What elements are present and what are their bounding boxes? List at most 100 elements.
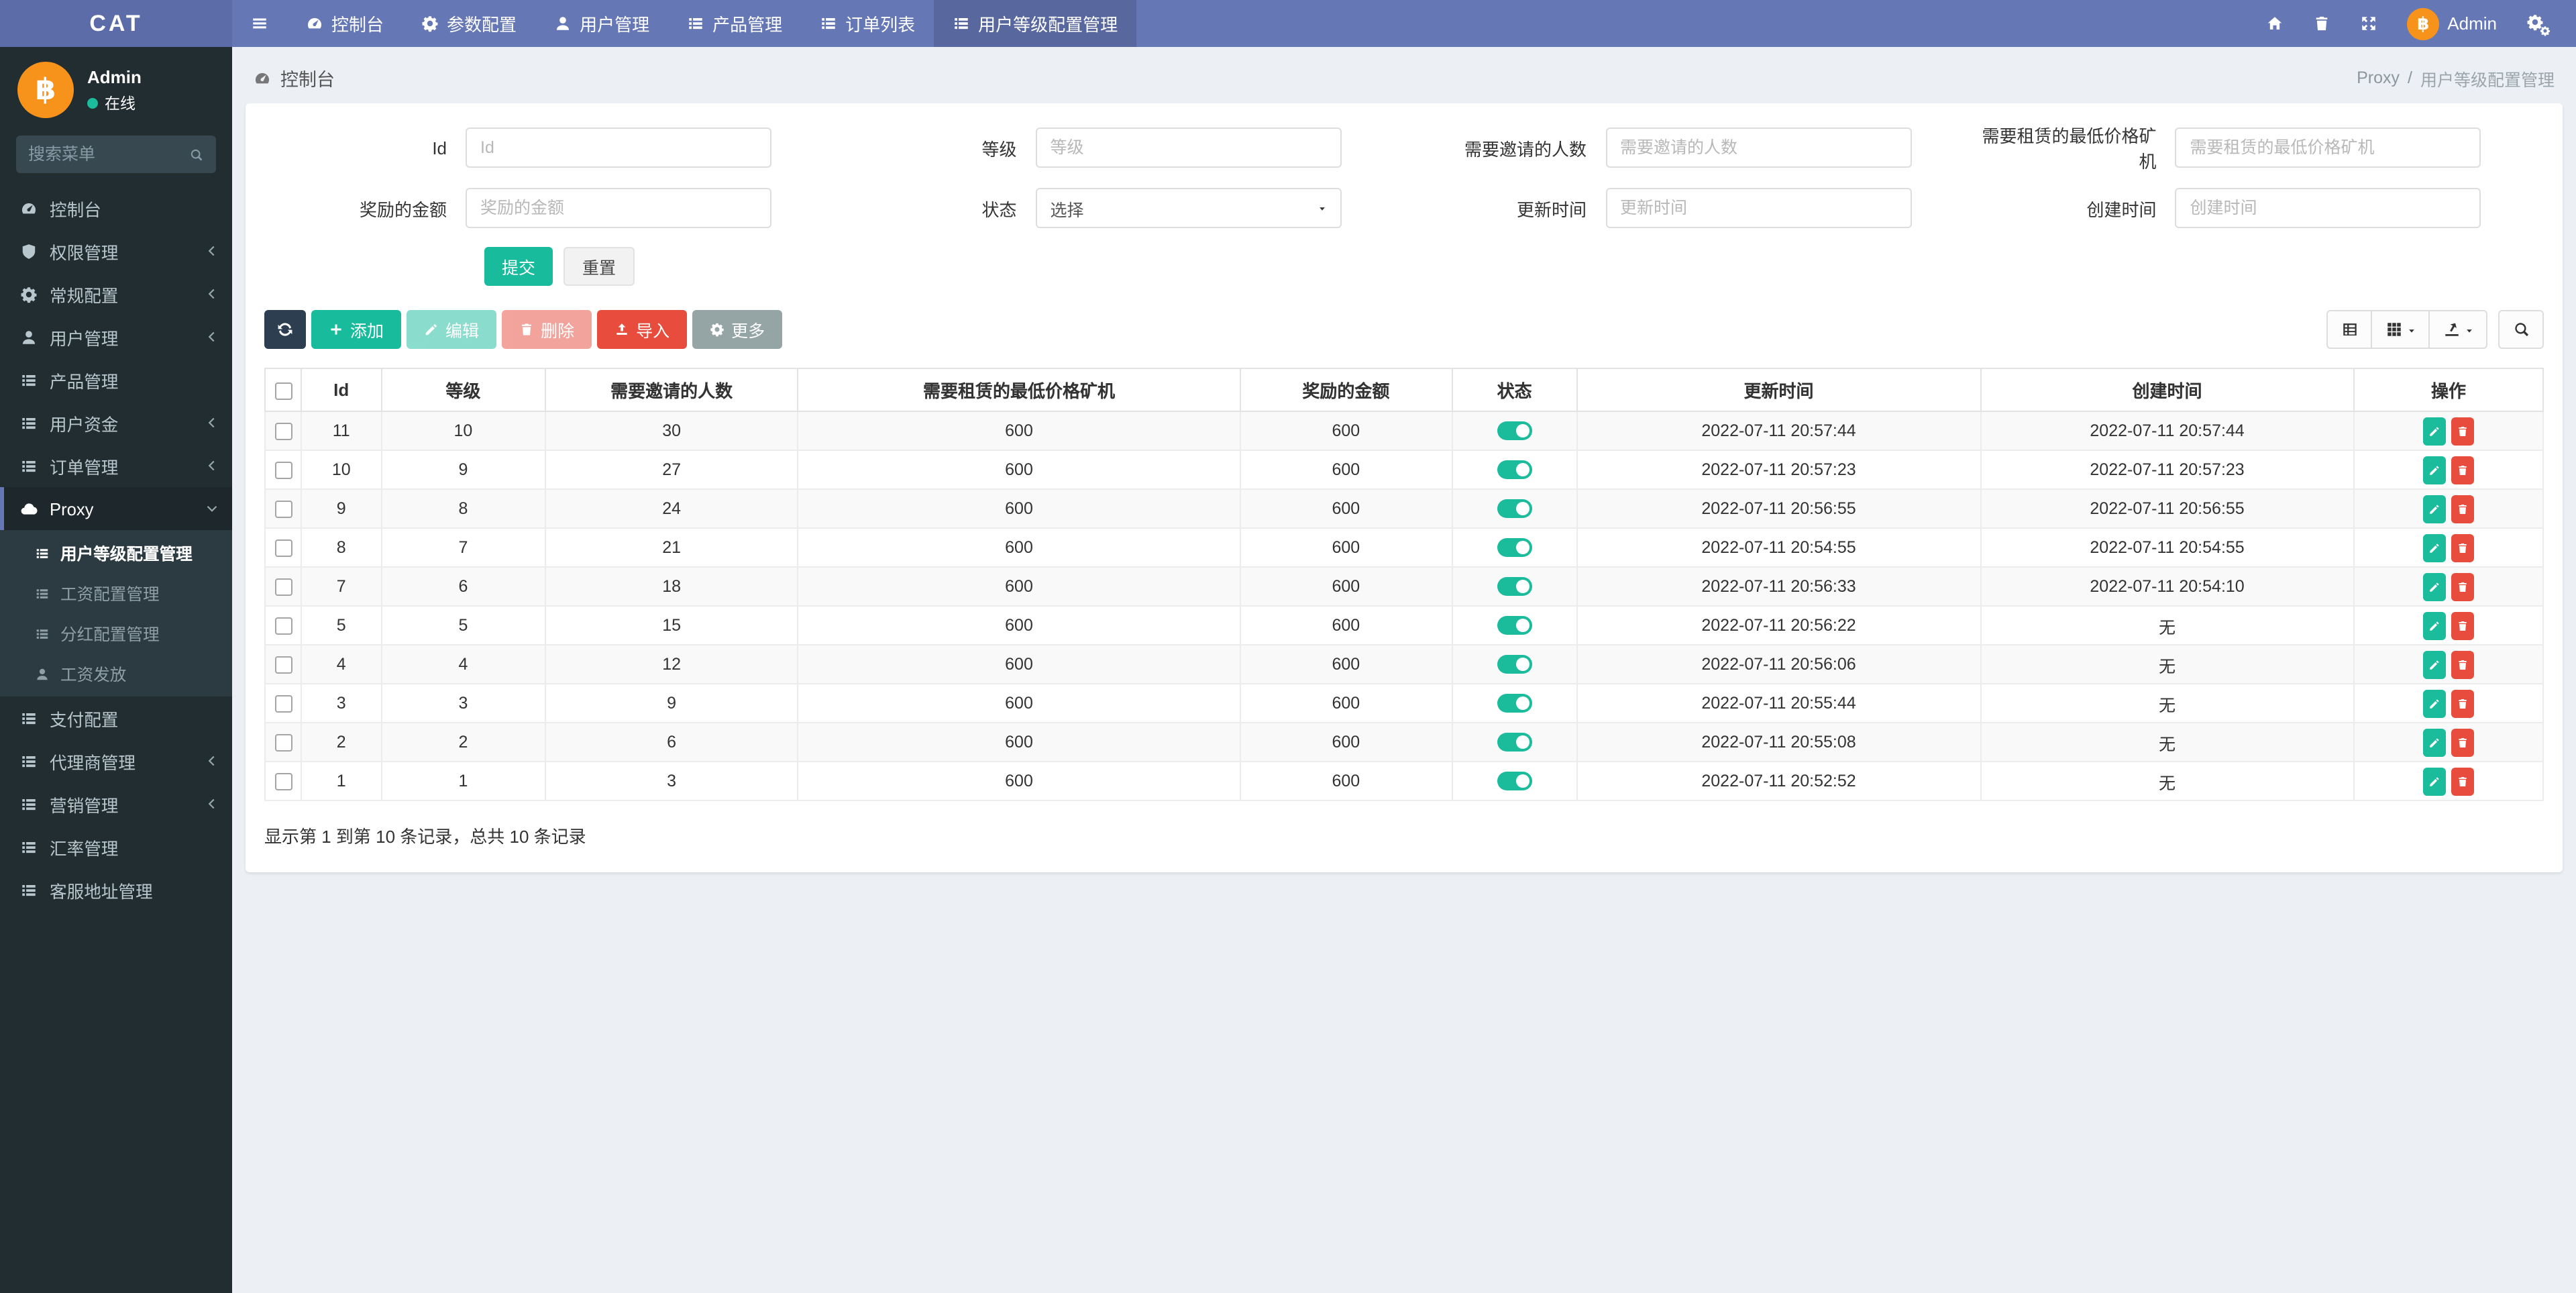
row-checkbox[interactable] — [274, 773, 292, 791]
status-select[interactable]: 选择 — [1035, 188, 1342, 228]
sidebar-item-proxy[interactable]: Proxy — [0, 487, 232, 530]
fullscreen-button[interactable] — [2345, 15, 2392, 32]
row-checkbox[interactable] — [274, 695, 292, 713]
filter-input-invite[interactable] — [1605, 127, 1911, 168]
sidebar-item-agent-mgmt[interactable]: 代理商管理 — [0, 739, 232, 782]
import-button[interactable]: 导入 — [597, 310, 688, 349]
sidebar-item-dividend-config[interactable]: 分红配置管理 — [0, 613, 232, 654]
delete-button[interactable] — [2451, 572, 2474, 601]
sidebar-item-order-mgmt[interactable]: 订单管理 — [0, 444, 232, 487]
submit-button[interactable]: 提交 — [484, 247, 553, 286]
delete-button[interactable] — [2451, 767, 2474, 795]
breadcrumb-parent[interactable]: Proxy — [2357, 68, 2400, 87]
status-select-value: 选择 — [1050, 201, 1084, 219]
delete-button[interactable] — [2451, 650, 2474, 678]
status-toggle[interactable] — [1497, 694, 1532, 713]
filter-input-created[interactable] — [2175, 188, 2481, 228]
nav-item-dashboard[interactable]: 控制台 — [287, 0, 402, 47]
edit-button[interactable] — [2423, 689, 2446, 717]
more-button[interactable]: 更多 — [692, 310, 783, 349]
delete-button[interactable] — [2451, 611, 2474, 639]
delete-button[interactable] — [2451, 417, 2474, 445]
chevron-left-icon — [205, 754, 219, 768]
edit-button[interactable] — [2423, 650, 2446, 678]
delete-button[interactable] — [2451, 495, 2474, 523]
sidebar-item-salary-payout[interactable]: 工资发放 — [0, 654, 232, 694]
status-toggle[interactable] — [1497, 772, 1532, 791]
reset-button[interactable]: 重置 — [564, 247, 635, 286]
edit-toolbar-button[interactable]: 编辑 — [407, 310, 497, 349]
settings-button[interactable] — [2512, 13, 2563, 34]
edit-button[interactable] — [2423, 495, 2446, 523]
status-toggle[interactable] — [1497, 499, 1532, 519]
toggle-view-button[interactable] — [2326, 310, 2372, 349]
sidebar-item-user-mgmt[interactable]: 用户管理 — [0, 315, 232, 358]
column-header-invite: 需要邀请的人数 — [544, 368, 799, 412]
sidebar-item-user-level-config[interactable]: 用户等级配置管理 — [0, 533, 232, 573]
row-checkbox[interactable] — [274, 539, 292, 558]
sidebar-search-input[interactable] — [28, 145, 189, 164]
home-button[interactable] — [2251, 15, 2298, 32]
sidebar-item-salary-config[interactable]: 工资配置管理 — [0, 573, 232, 613]
select-all-checkbox[interactable] — [274, 382, 292, 401]
edit-button[interactable] — [2423, 417, 2446, 445]
status-toggle[interactable] — [1497, 655, 1532, 674]
delete-button[interactable] — [2451, 456, 2474, 484]
delete-toolbar-button[interactable]: 删除 — [502, 310, 592, 349]
sidebar-item-exchange-rate[interactable]: 汇率管理 — [0, 825, 232, 868]
nav-item-products[interactable]: 产品管理 — [668, 0, 801, 47]
export-button[interactable] — [2428, 310, 2487, 349]
row-checkbox[interactable] — [274, 501, 292, 519]
edit-button[interactable] — [2423, 533, 2446, 562]
edit-button[interactable] — [2423, 767, 2446, 795]
refresh-button[interactable] — [264, 310, 306, 349]
delete-button[interactable] — [2451, 689, 2474, 717]
sidebar-toggle-button[interactable] — [232, 0, 287, 47]
sidebar-item-products[interactable]: 产品管理 — [0, 358, 232, 401]
status-toggle[interactable] — [1497, 733, 1532, 752]
status-toggle[interactable] — [1497, 577, 1532, 597]
nav-item-params[interactable]: 参数配置 — [402, 0, 535, 47]
search-toggle-button[interactable] — [2498, 310, 2544, 349]
sidebar-item-general-config[interactable]: 常规配置 — [0, 272, 232, 315]
status-toggle[interactable] — [1497, 616, 1532, 635]
row-checkbox[interactable] — [274, 656, 292, 674]
sidebar-item-permissions[interactable]: 权限管理 — [0, 229, 232, 272]
edit-button[interactable] — [2423, 572, 2446, 601]
nav-item-users[interactable]: 用户管理 — [535, 0, 668, 47]
filter-input-updated[interactable] — [1605, 188, 1911, 228]
nav-item-orders[interactable]: 订单列表 — [801, 0, 934, 47]
edit-button[interactable] — [2423, 728, 2446, 756]
upload-icon — [614, 322, 629, 337]
filter-input-min-rent[interactable] — [2175, 127, 2481, 168]
row-checkbox[interactable] — [274, 423, 292, 441]
edit-button[interactable] — [2423, 456, 2446, 484]
row-checkbox[interactable] — [274, 734, 292, 752]
brand-logo[interactable]: CAT — [0, 0, 232, 47]
column-header-created: 创建时间 — [1980, 368, 2355, 412]
sidebar-item-user-funds[interactable]: 用户资金 — [0, 401, 232, 444]
user-menu[interactable]: ฿ Admin — [2392, 7, 2512, 40]
search-icon[interactable] — [189, 147, 204, 162]
status-toggle[interactable] — [1497, 460, 1532, 480]
row-checkbox[interactable] — [274, 578, 292, 597]
columns-button[interactable] — [2371, 310, 2430, 349]
sidebar-item-dashboard[interactable]: 控制台 — [0, 187, 232, 229]
filter-input-id[interactable] — [466, 127, 771, 168]
status-toggle[interactable] — [1497, 538, 1532, 558]
filter-input-level[interactable] — [1035, 127, 1342, 168]
row-checkbox[interactable] — [274, 462, 292, 480]
add-button[interactable]: 添加 — [311, 310, 402, 349]
row-checkbox[interactable] — [274, 617, 292, 635]
sidebar-item-marketing[interactable]: 营销管理 — [0, 782, 232, 825]
sidebar-item-service-address[interactable]: 客服地址管理 — [0, 868, 232, 911]
delete-button[interactable] — [2451, 533, 2474, 562]
status-toggle[interactable] — [1497, 421, 1532, 441]
cell-invite: 21 — [544, 527, 799, 568]
nav-item-user-level-config[interactable]: 用户等级配置管理 — [934, 0, 1137, 47]
delete-button[interactable] — [2451, 728, 2474, 756]
clear-cache-button[interactable] — [2298, 15, 2345, 32]
filter-input-reward[interactable] — [466, 188, 771, 228]
edit-button[interactable] — [2423, 611, 2446, 639]
sidebar-item-payment-config[interactable]: 支付配置 — [0, 696, 232, 739]
